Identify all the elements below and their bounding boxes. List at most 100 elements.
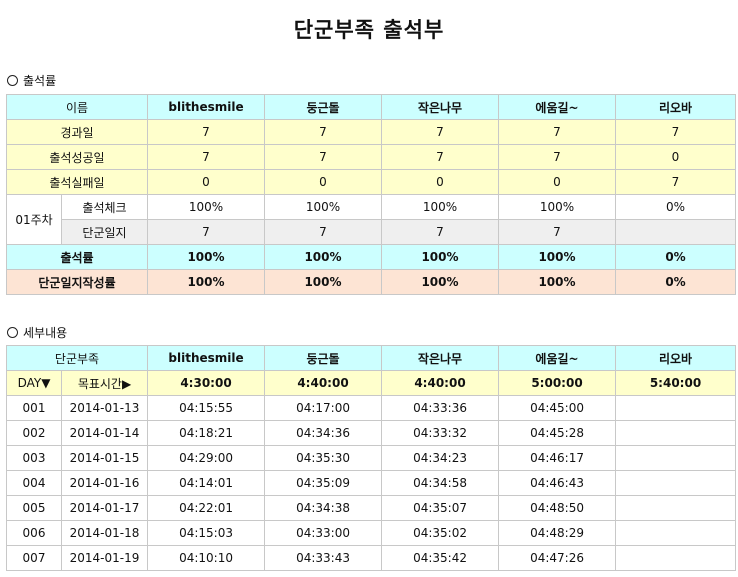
row-label: 단군일지작성률 bbox=[6, 269, 148, 295]
row-label: 출석성공일 bbox=[6, 144, 148, 170]
day-cell: 005 bbox=[6, 495, 62, 521]
time-cell: 04:47:26 bbox=[498, 545, 617, 571]
cell: 7 bbox=[381, 219, 499, 245]
fail-row: 출석실패일 0 0 0 0 7 bbox=[6, 169, 736, 195]
cell: 7 bbox=[615, 169, 736, 195]
member-header: blithesmile bbox=[147, 94, 265, 120]
circle-bullet-icon bbox=[7, 327, 18, 338]
success-row: 출석성공일 7 7 7 7 0 bbox=[6, 144, 736, 170]
member-header: 에움길~ bbox=[498, 345, 617, 371]
time-cell: 04:33:00 bbox=[264, 520, 383, 546]
cell: 100% bbox=[264, 194, 382, 220]
target-row: DAY▼ 목표시간▶ 4:30:00 4:40:00 4:40:00 5:00:… bbox=[6, 370, 737, 396]
time-cell: 04:34:38 bbox=[264, 495, 383, 521]
detail-rows: 001 2014-01-13 04:15:55 04:17:00 04:33:36 04:… bbox=[6, 395, 737, 571]
header-row: 단군부족 blithesmile 둥근돌 작은나무 에움길~ 리오바 bbox=[5, 345, 737, 371]
header-row: 이름 blithesmile 둥근돌 작은나무 에움길~ 리오바 bbox=[6, 94, 736, 120]
table-row: 007 2014-01-19 04:10:10 04:33:43 04:35:42 04:… bbox=[6, 545, 737, 571]
cell: 100% bbox=[147, 194, 265, 220]
cell: 0 bbox=[381, 169, 499, 195]
table-row: 005 2014-01-17 04:22:01 04:34:38 04:35:07 04:… bbox=[6, 495, 737, 521]
row-label: 출석실패일 bbox=[6, 169, 148, 195]
cell bbox=[615, 219, 736, 245]
cell: 100% bbox=[147, 244, 265, 270]
time-cell bbox=[615, 470, 737, 496]
cell: 0 bbox=[498, 169, 616, 195]
table-row: 002 2014-01-14 04:18:21 04:34:36 04:33:32 04:… bbox=[6, 420, 737, 446]
cell: 7 bbox=[264, 144, 382, 170]
member-header: 둥근돌 bbox=[264, 94, 382, 120]
page-title: 단군부족 출석부 bbox=[293, 18, 445, 42]
time-cell: 04:34:36 bbox=[264, 420, 383, 446]
cell: 7 bbox=[498, 219, 616, 245]
time-cell: 04:34:58 bbox=[381, 470, 500, 496]
cell: 0 bbox=[615, 144, 736, 170]
date-cell: 2014-01-14 bbox=[60, 420, 149, 446]
days-row: 경과일 7 7 7 7 7 bbox=[6, 119, 736, 145]
time-cell: 04:34:23 bbox=[381, 445, 500, 471]
target-time: 5:00:00 bbox=[498, 370, 617, 396]
time-cell: 04:35:30 bbox=[264, 445, 383, 471]
time-cell bbox=[615, 445, 737, 471]
detail-table: 단군부족 blithesmile 둥근돌 작은나무 에움길~ 리오바 DAY▼ … bbox=[5, 345, 737, 571]
time-cell: 04:46:17 bbox=[498, 445, 617, 471]
time-cell: 04:33:32 bbox=[381, 420, 500, 446]
check-row: 01주차 출석체크 100% 100% 100% 100% 0% bbox=[6, 194, 736, 245]
time-cell: 04:45:28 bbox=[498, 420, 617, 446]
tribe-header: 단군부족 bbox=[5, 345, 149, 371]
date-cell: 2014-01-17 bbox=[60, 495, 149, 521]
table-row: 004 2014-01-16 04:14:01 04:35:09 04:34:58 04:… bbox=[6, 470, 737, 496]
member-header: blithesmile bbox=[147, 345, 266, 371]
cell: 7 bbox=[147, 144, 265, 170]
cell: 7 bbox=[615, 119, 736, 145]
time-cell: 04:35:42 bbox=[381, 545, 500, 571]
time-cell: 04:33:36 bbox=[381, 395, 500, 421]
day-cell: 001 bbox=[6, 395, 62, 421]
cell: 7 bbox=[381, 144, 499, 170]
time-cell: 04:17:00 bbox=[264, 395, 383, 421]
cell: 0% bbox=[615, 244, 736, 270]
member-header: 작은나무 bbox=[381, 345, 500, 371]
time-cell: 04:15:55 bbox=[147, 395, 266, 421]
cell: 100% bbox=[498, 194, 616, 220]
day-cell: 002 bbox=[6, 420, 62, 446]
section-attendance-rate: 출석률 bbox=[7, 72, 56, 89]
time-cell: 04:46:43 bbox=[498, 470, 617, 496]
date-cell: 2014-01-19 bbox=[60, 545, 149, 571]
cell: 100% bbox=[147, 269, 265, 295]
cell: 0% bbox=[615, 269, 736, 295]
rate-row: 출석률 100% 100% 100% 100% 0% bbox=[6, 244, 736, 270]
time-cell: 04:22:01 bbox=[147, 495, 266, 521]
date-cell: 2014-01-18 bbox=[60, 520, 149, 546]
section-title: 출석률 bbox=[23, 74, 57, 88]
cell: 100% bbox=[264, 269, 382, 295]
cell: 7 bbox=[264, 219, 382, 245]
day-cell: 004 bbox=[6, 470, 62, 496]
time-cell: 04:35:09 bbox=[264, 470, 383, 496]
target-time: 4:30:00 bbox=[147, 370, 266, 396]
time-cell: 04:35:07 bbox=[381, 495, 500, 521]
circle-bullet-icon bbox=[7, 75, 18, 86]
name-header: 이름 bbox=[6, 94, 148, 120]
row-label: 출석체크 bbox=[61, 194, 148, 220]
cell: 100% bbox=[381, 269, 499, 295]
cell: 100% bbox=[264, 244, 382, 270]
member-header: 리오바 bbox=[615, 94, 736, 120]
time-cell: 04:48:29 bbox=[498, 520, 617, 546]
time-cell: 04:10:10 bbox=[147, 545, 266, 571]
time-cell: 04:48:50 bbox=[498, 495, 617, 521]
target-time-header: 목표시간▶ bbox=[60, 370, 149, 396]
date-cell: 2014-01-16 bbox=[60, 470, 149, 496]
row-label: 단군일지 bbox=[61, 219, 148, 245]
cell: 100% bbox=[498, 269, 616, 295]
date-cell: 2014-01-13 bbox=[60, 395, 149, 421]
diary-rate-row: 단군일지작성률 100% 100% 100% 100% 0% bbox=[6, 269, 736, 295]
table-row: 001 2014-01-13 04:15:55 04:17:00 04:33:36 04:… bbox=[6, 395, 737, 421]
time-cell: 04:14:01 bbox=[147, 470, 266, 496]
target-time: 4:40:00 bbox=[264, 370, 383, 396]
table-row: 006 2014-01-18 04:15:03 04:33:00 04:35:02 04:… bbox=[6, 520, 737, 546]
diary-row: 단군일지 7 7 7 7 bbox=[6, 219, 736, 245]
time-cell bbox=[615, 545, 737, 571]
section-title: 세부내용 bbox=[23, 326, 68, 340]
day-sort-header[interactable]: DAY▼ bbox=[6, 370, 62, 396]
